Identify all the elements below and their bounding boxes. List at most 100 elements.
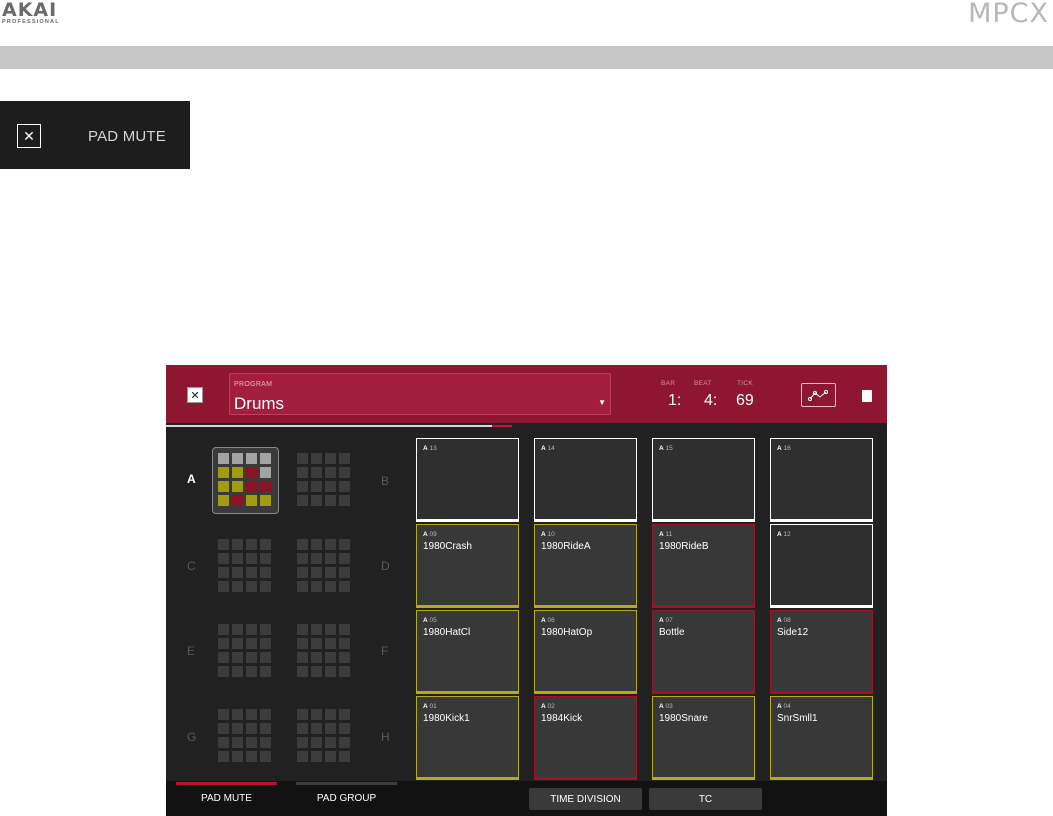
pad-03[interactable]: A 03 1980Snare bbox=[652, 696, 755, 780]
bank-grid-cell bbox=[218, 567, 229, 578]
bank-grid-cell bbox=[218, 495, 229, 506]
pad-12[interactable]: A 12 bbox=[770, 524, 873, 608]
bank-grid-cell bbox=[311, 638, 322, 649]
pad-01[interactable]: A 01 1980Kick1 bbox=[416, 696, 519, 780]
pad-11[interactable]: A 11 1980RideB bbox=[652, 524, 755, 608]
bank-grid-cell bbox=[297, 495, 308, 506]
pad-number: A 06 bbox=[541, 617, 555, 624]
tab-pad-mute[interactable]: PAD MUTE bbox=[176, 781, 277, 816]
bank-letter-d[interactable]: D bbox=[381, 559, 390, 573]
pad-number-value: 01 bbox=[429, 703, 437, 710]
pad-bank-letter: A bbox=[777, 703, 782, 710]
bank-grid-cell bbox=[218, 638, 229, 649]
bank-grid-h[interactable] bbox=[297, 709, 350, 762]
pad-name: 1980RideB bbox=[659, 541, 709, 552]
akai-logo-sub: PROFESSIONAL bbox=[2, 19, 60, 25]
bank-grid-cell bbox=[325, 624, 336, 635]
pad-bank-letter: A bbox=[423, 703, 428, 710]
bank-grid-cell bbox=[339, 539, 350, 550]
pad-number-value: 02 bbox=[547, 703, 555, 710]
bank-grid-d[interactable] bbox=[297, 539, 350, 592]
bank-grid-c[interactable] bbox=[218, 539, 271, 592]
pad-14[interactable]: A 14 bbox=[534, 438, 637, 522]
pad-13[interactable]: A 13 bbox=[416, 438, 519, 522]
pad-number: A 10 bbox=[541, 531, 555, 538]
bank-grid-cell bbox=[260, 539, 271, 550]
bank-letter-b[interactable]: B bbox=[381, 474, 389, 488]
bank-grid-cell bbox=[218, 453, 229, 464]
bank-grid-cell bbox=[232, 553, 243, 564]
tab-pad-group[interactable]: PAD GROUP bbox=[296, 781, 397, 816]
bank-grid-cell bbox=[246, 581, 257, 592]
bank-letter-f[interactable]: F bbox=[381, 644, 388, 658]
pad-15[interactable]: A 15 bbox=[652, 438, 755, 522]
pad-number: A 12 bbox=[777, 531, 791, 538]
bank-grid-cell bbox=[246, 751, 257, 762]
bank-grid-cell bbox=[232, 709, 243, 720]
bank-letter-c[interactable]: C bbox=[187, 559, 196, 573]
bank-letter-a[interactable]: A bbox=[187, 472, 196, 486]
bank-grid-cell bbox=[297, 723, 308, 734]
bank-grid-cell bbox=[246, 453, 257, 464]
bank-grid-cell bbox=[339, 723, 350, 734]
bank-grid-cell bbox=[325, 481, 336, 492]
pad-name: 1980Crash bbox=[423, 541, 472, 552]
bank-grid-cell bbox=[311, 481, 322, 492]
pad-number: A 09 bbox=[423, 531, 437, 538]
bank-grid-cell bbox=[218, 624, 229, 635]
header-divider-bar bbox=[0, 46, 1053, 69]
pad-02[interactable]: A 02 1984Kick bbox=[534, 696, 637, 780]
bank-grid-a[interactable] bbox=[218, 453, 271, 506]
bank-letter-h[interactable]: H bbox=[381, 730, 390, 744]
bank-grid-cell bbox=[325, 467, 336, 478]
pad-bank-letter: A bbox=[659, 531, 664, 538]
bank-grid-cell bbox=[218, 481, 229, 492]
pad-number: A 14 bbox=[541, 445, 555, 452]
bank-grid-cell bbox=[325, 666, 336, 677]
bank-letter-e[interactable]: E bbox=[187, 644, 195, 658]
bank-grid-e[interactable] bbox=[218, 624, 271, 677]
bank-grid-cell bbox=[311, 624, 322, 635]
pad-05[interactable]: A 05 1980HatCl bbox=[416, 610, 519, 694]
pad-bank-letter: A bbox=[423, 445, 428, 452]
bank-grid-cell bbox=[297, 453, 308, 464]
bank-grid-cell bbox=[339, 495, 350, 506]
bank-grid-cell bbox=[311, 467, 322, 478]
automation-button[interactable] bbox=[801, 383, 836, 407]
pad-bank-letter: A bbox=[541, 445, 546, 452]
bank-grid-cell bbox=[297, 652, 308, 663]
bank-letter-g[interactable]: G bbox=[187, 730, 196, 744]
close-icon[interactable]: ✕ bbox=[17, 124, 41, 148]
time-division-button[interactable]: TIME DIVISION bbox=[529, 788, 642, 810]
pad-08[interactable]: A 08 Side12 bbox=[770, 610, 873, 694]
pad-number-value: 10 bbox=[547, 531, 555, 538]
bank-grid-cell bbox=[246, 709, 257, 720]
close-icon[interactable]: ✕ bbox=[187, 387, 203, 403]
bank-grid-cell bbox=[218, 467, 229, 478]
tc-button[interactable]: TC bbox=[649, 788, 762, 810]
bank-grid-cell bbox=[325, 737, 336, 748]
pad-16[interactable]: A 16 bbox=[770, 438, 873, 522]
pad-name: 1984Kick bbox=[541, 713, 583, 724]
bank-grid-cell bbox=[260, 495, 271, 506]
bank-grid-cell bbox=[339, 737, 350, 748]
bank-grid-cell bbox=[297, 539, 308, 550]
pad-07[interactable]: A 07 Bottle bbox=[652, 610, 755, 694]
pad-06[interactable]: A 06 1980HatOp bbox=[534, 610, 637, 694]
tick-label: TICK bbox=[737, 380, 754, 387]
pad-bank-letter: A bbox=[659, 445, 664, 452]
program-selector[interactable]: PROGRAM Drums ▼ bbox=[229, 373, 611, 415]
pad-number-value: 07 bbox=[665, 617, 673, 624]
pad-10[interactable]: A 10 1980RideA bbox=[534, 524, 637, 608]
bank-grid-f[interactable] bbox=[297, 624, 350, 677]
pad-name: 1980HatCl bbox=[423, 627, 471, 638]
bank-grid-g[interactable] bbox=[218, 709, 271, 762]
bank-grid-cell bbox=[218, 737, 229, 748]
bar-value: 1: bbox=[668, 392, 682, 409]
pad-04[interactable]: A 04 SnrSmll1 bbox=[770, 696, 873, 780]
bank-grid-b[interactable] bbox=[297, 453, 350, 506]
bank-grid-cell bbox=[218, 723, 229, 734]
bank-grid-cell bbox=[297, 624, 308, 635]
chip-icon[interactable] bbox=[862, 390, 872, 402]
pad-09[interactable]: A 09 1980Crash bbox=[416, 524, 519, 608]
